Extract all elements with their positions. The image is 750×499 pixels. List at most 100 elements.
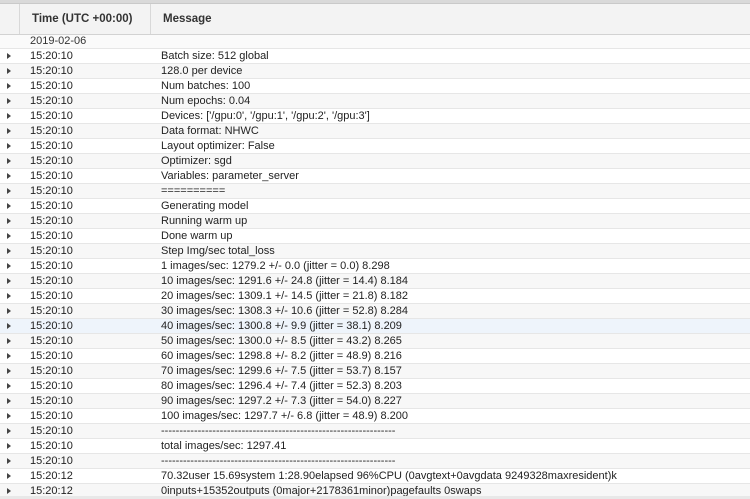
log-row[interactable]: 15:20:10 60 images/sec: 1298.8 +/- 8.2 (j… [0, 348, 750, 363]
log-message: 90 images/sec: 1297.2 +/- 7.3 (jitter = … [161, 395, 402, 407]
log-message: Num epochs: 0.04 [161, 95, 251, 107]
log-time: 15:20:10 [30, 275, 73, 287]
log-row[interactable]: 15:20:10 80 images/sec: 1296.4 +/- 7.4 (j… [0, 378, 750, 393]
expand-caret-icon[interactable] [0, 469, 20, 483]
log-time: 15:20:12 [30, 470, 73, 482]
log-row[interactable]: 15:20:12 70.32user 15.69system 1:28.90ela… [0, 468, 750, 483]
log-time: 15:20:10 [30, 170, 73, 182]
log-row[interactable]: 15:20:10 Running warm up [0, 213, 750, 228]
log-time: 15:20:10 [30, 335, 73, 347]
log-message: Generating model [161, 200, 249, 212]
log-message: Variables: parameter_server [161, 170, 299, 182]
log-row[interactable]: 15:20:10 Num epochs: 0.04 [0, 93, 750, 108]
log-message: 1 images/sec: 1279.2 +/- 0.0 (jitter = 0… [161, 260, 390, 272]
log-time: 15:20:10 [30, 365, 73, 377]
expand-caret-icon[interactable] [0, 124, 20, 138]
expand-caret-icon[interactable] [0, 199, 20, 213]
log-row[interactable]: 15:20:10 100 images/sec: 1297.7 +/- 6.8 (… [0, 408, 750, 423]
log-message: 40 images/sec: 1300.8 +/- 9.9 (jitter = … [161, 320, 402, 332]
expand-caret-icon[interactable] [0, 454, 20, 468]
log-time: 15:20:10 [30, 140, 73, 152]
expand-caret-icon[interactable] [0, 244, 20, 258]
log-row[interactable]: 15:20:10 20 images/sec: 1309.1 +/- 14.5 (… [0, 288, 750, 303]
expand-caret-icon[interactable] [0, 424, 20, 438]
expand-caret-icon[interactable] [0, 139, 20, 153]
log-row[interactable]: 15:20:10 --------------------------------… [0, 423, 750, 438]
log-time: 15:20:10 [30, 290, 73, 302]
log-row[interactable]: 15:20:10 128.0 per device [0, 63, 750, 78]
log-row[interactable]: 15:20:10 Data format: NHWC [0, 123, 750, 138]
log-time: 15:20:10 [30, 410, 73, 422]
log-row[interactable]: 15:20:10 --------------------------------… [0, 453, 750, 468]
log-message: Running warm up [161, 215, 248, 227]
log-time: 15:20:10 [30, 230, 73, 242]
log-time: 15:20:10 [30, 425, 73, 437]
expand-caret-icon[interactable] [0, 409, 20, 423]
log-message: 70 images/sec: 1299.6 +/- 7.5 (jitter = … [161, 365, 402, 377]
log-message: Data format: NHWC [161, 125, 259, 137]
expand-caret-icon[interactable] [0, 109, 20, 123]
message-column-header[interactable]: Message [151, 4, 750, 34]
date-separator: 2019-02-06 [0, 35, 750, 48]
expand-caret-icon[interactable] [0, 364, 20, 378]
expand-caret-icon[interactable] [0, 214, 20, 228]
expand-caret-icon[interactable] [0, 289, 20, 303]
expand-caret-icon[interactable] [0, 274, 20, 288]
log-time: 15:20:10 [30, 65, 73, 77]
log-message: total images/sec: 1297.41 [161, 440, 287, 452]
log-row[interactable]: 15:20:10 Variables: parameter_server [0, 168, 750, 183]
log-row[interactable]: 15:20:10 ========== [0, 183, 750, 198]
log-row[interactable]: 15:20:10 Batch size: 512 global [0, 48, 750, 63]
log-row[interactable]: 15:20:10 Generating model [0, 198, 750, 213]
expand-caret-icon[interactable] [0, 229, 20, 243]
log-message: 70.32user 15.69system 1:28.90elapsed 96%… [161, 470, 617, 482]
log-time: 15:20:10 [30, 305, 73, 317]
expand-caret-icon[interactable] [0, 319, 20, 333]
expand-caret-icon[interactable] [0, 379, 20, 393]
log-message: Batch size: 512 global [161, 50, 269, 62]
log-message: 10 images/sec: 1291.6 +/- 24.8 (jitter =… [161, 275, 409, 287]
expand-caret-icon[interactable] [0, 349, 20, 363]
log-time: 15:20:10 [30, 320, 73, 332]
expand-caret-icon[interactable] [0, 154, 20, 168]
log-row[interactable]: 15:20:10 Step Img/sec total_loss [0, 243, 750, 258]
log-time: 15:20:10 [30, 80, 73, 92]
log-row[interactable]: 15:20:10 70 images/sec: 1299.6 +/- 7.5 (j… [0, 363, 750, 378]
log-row[interactable]: 15:20:10 90 images/sec: 1297.2 +/- 7.3 (j… [0, 393, 750, 408]
log-time: 15:20:10 [30, 395, 73, 407]
log-time: 15:20:10 [30, 185, 73, 197]
log-row[interactable]: 15:20:10 30 images/sec: 1308.3 +/- 10.6 (… [0, 303, 750, 318]
expand-caret-icon[interactable] [0, 79, 20, 93]
log-row[interactable]: 15:20:10 Devices: ['/gpu:0', '/gpu:1', '/… [0, 108, 750, 123]
expand-caret-icon[interactable] [0, 169, 20, 183]
log-row[interactable]: 15:20:10 Num batches: 100 [0, 78, 750, 93]
log-row[interactable]: 15:20:10 total images/sec: 1297.41 [0, 438, 750, 453]
expand-caret-icon[interactable] [0, 334, 20, 348]
log-message: 80 images/sec: 1296.4 +/- 7.4 (jitter = … [161, 380, 402, 392]
log-row[interactable]: 15:20:10 50 images/sec: 1300.0 +/- 8.5 (j… [0, 333, 750, 348]
expand-caret-icon[interactable] [0, 304, 20, 318]
expand-caret-icon[interactable] [0, 49, 20, 63]
log-message: ========== [161, 185, 226, 197]
expand-caret-icon[interactable] [0, 259, 20, 273]
expand-caret-icon[interactable] [0, 439, 20, 453]
log-time: 15:20:10 [30, 200, 73, 212]
log-time: 15:20:10 [30, 215, 73, 227]
log-row[interactable]: 15:20:10 10 images/sec: 1291.6 +/- 24.8 (… [0, 273, 750, 288]
log-row[interactable]: 15:20:10 Optimizer: sgd [0, 153, 750, 168]
log-row[interactable]: 15:20:10 1 images/sec: 1279.2 +/- 0.0 (ji… [0, 258, 750, 273]
log-time: 15:20:10 [30, 95, 73, 107]
log-row[interactable]: 15:20:10 Layout optimizer: False [0, 138, 750, 153]
expand-caret-icon[interactable] [0, 184, 20, 198]
log-message: Optimizer: sgd [161, 155, 232, 167]
expand-caret-icon[interactable] [0, 94, 20, 108]
log-row[interactable]: 15:20:10 Done warm up [0, 228, 750, 243]
time-column-header[interactable]: Time (UTC +00:00) [20, 4, 151, 34]
log-rows: 2019-02-06 15:20:10 Batch size: 512 globa… [0, 35, 750, 498]
log-time: 15:20:10 [30, 260, 73, 272]
expand-caret-icon[interactable] [0, 64, 20, 78]
expand-column-header [0, 4, 20, 34]
log-message: 60 images/sec: 1298.8 +/- 8.2 (jitter = … [161, 350, 402, 362]
log-row[interactable]: 15:20:10 40 images/sec: 1300.8 +/- 9.9 (j… [0, 318, 750, 333]
expand-caret-icon[interactable] [0, 394, 20, 408]
